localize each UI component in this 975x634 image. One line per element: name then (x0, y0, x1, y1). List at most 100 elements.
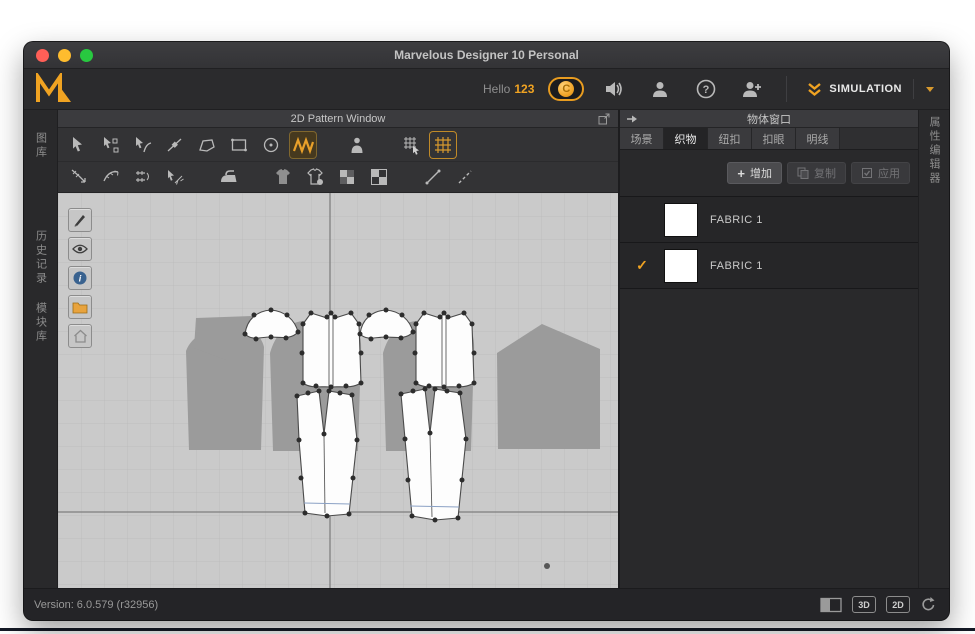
fabric-list: FABRIC 1 ✓ FABRIC 1 (620, 196, 918, 289)
pattern-piece-vest-right (416, 313, 474, 387)
texture-folder-button[interactable] (68, 295, 92, 319)
collapse-panel-button[interactable] (626, 114, 638, 124)
zoom-window-button[interactable] (80, 49, 93, 62)
simulation-separator (913, 79, 914, 99)
add-fabric-button[interactable]: + 增加 (727, 162, 782, 184)
apply-fabric-button[interactable]: 应用 (851, 162, 910, 184)
home-lock-button[interactable] (68, 324, 92, 348)
sidebar-tab-property-editor[interactable]: 属性编辑器 (926, 116, 942, 588)
garment-tool[interactable] (270, 164, 296, 190)
mn-sewing-tool[interactable] (130, 164, 156, 190)
tab-fabric[interactable]: 织物 (664, 128, 708, 149)
window-title: Marvelous Designer 10 Personal (394, 48, 579, 62)
pattern-canvas[interactable]: i (58, 193, 618, 588)
dropdown-caret-icon[interactable] (925, 86, 935, 93)
add-avatar-button[interactable] (740, 77, 764, 101)
grid-snap-tool[interactable] (430, 132, 456, 158)
main-area: 图库 历史记录 模块库 2D Pattern Window (24, 110, 949, 588)
sidebar-tab-modules[interactable]: 模块库 (33, 302, 49, 344)
eye-icon (72, 243, 88, 255)
minimize-window-button[interactable] (58, 49, 71, 62)
greeting-label: Hello (483, 82, 510, 96)
edit-sewing-tool[interactable] (162, 164, 188, 190)
coin-balance-button[interactable]: C (548, 77, 584, 101)
rectangle-tool[interactable] (226, 132, 252, 158)
grid-cursor-tool[interactable] (398, 132, 424, 158)
undock-panel-button[interactable] (598, 113, 610, 125)
sidebar-tab-library[interactable]: 图库 (33, 132, 49, 160)
marvelous-designer-logo-icon (34, 73, 72, 105)
tab-scene[interactable]: 场景 (620, 128, 664, 149)
pen-view-button[interactable] (68, 208, 92, 232)
garment-edit-tool[interactable] (302, 164, 328, 190)
tab-buttonhole[interactable]: 扣眼 (752, 128, 796, 149)
fabric-list-item-selected[interactable]: ✓ FABRIC 1 (620, 243, 918, 289)
simulation-button[interactable]: SIMULATION (801, 75, 941, 103)
fabric-name: FABRIC 1 (710, 214, 763, 226)
circle-tool[interactable] (258, 132, 284, 158)
avatar-add-icon (741, 80, 763, 98)
close-window-button[interactable] (36, 49, 49, 62)
arrow-right-icon (626, 114, 638, 124)
internal-line-tool[interactable] (420, 164, 446, 190)
simulation-label: SIMULATION (829, 83, 902, 95)
add-point-tool[interactable] (162, 132, 188, 158)
free-sewing-tool[interactable] (98, 164, 124, 190)
pattern-toolbar-row2 (58, 162, 618, 193)
username-label: 123 (514, 82, 534, 96)
fabric-swatch[interactable] (664, 203, 698, 237)
left-dock-rail: 图库 历史记录 模块库 (24, 110, 58, 588)
stray-point[interactable] (544, 563, 550, 569)
fabric-swatch[interactable] (664, 249, 698, 283)
texture-checker-tool[interactable] (334, 164, 360, 190)
view-3d-button[interactable]: 3D (852, 596, 876, 613)
copy-fabric-button[interactable]: 复制 (787, 162, 846, 184)
copy-fabric-label: 复制 (814, 165, 836, 181)
fabric-list-item[interactable]: FABRIC 1 (620, 197, 918, 243)
account-button[interactable] (648, 77, 672, 101)
iron-tool[interactable] (216, 164, 242, 190)
object-tabs: 场景 织物 纽扣 扣眼 明线 (620, 128, 918, 150)
pleats-tool[interactable] (290, 132, 316, 158)
house-icon (73, 329, 88, 343)
pattern-panel-header: 2D Pattern Window (58, 110, 618, 128)
traffic-lights (36, 49, 93, 62)
sidebar-tab-history[interactable]: 历史记录 (33, 230, 49, 286)
show-avatar-tool[interactable] (344, 132, 370, 158)
pattern-canvas-svg[interactable] (58, 193, 618, 588)
pattern-piece-pants-left (297, 391, 357, 516)
sound-button[interactable] (602, 77, 626, 101)
object-panel-title: 物体窗口 (747, 111, 791, 127)
segment-sewing-tool[interactable] (66, 164, 92, 190)
app-window: Marvelous Designer 10 Personal Hello 123 … (24, 42, 949, 620)
view-2d-button[interactable]: 2D (886, 596, 910, 613)
pattern-toolbar-row1 (58, 128, 618, 162)
desktop-edge (0, 628, 975, 631)
split-view-icon[interactable] (820, 597, 842, 613)
tab-topstitch[interactable]: 明线 (796, 128, 840, 149)
canvas-tool-strip: i (68, 208, 92, 348)
top-toolbar: Hello 123 C ? (24, 69, 949, 110)
pattern-piece-pants-right (401, 389, 466, 520)
apply-fabric-label: 应用 (878, 165, 900, 181)
title-bar: Marvelous Designer 10 Personal (24, 42, 949, 69)
show-hide-button[interactable] (68, 237, 92, 261)
transform-pattern-tool[interactable] (66, 132, 92, 158)
edit-curvature-tool[interactable] (130, 132, 156, 158)
simulate-chevrons-icon (807, 82, 822, 97)
polygon-tool[interactable] (194, 132, 220, 158)
svg-text:?: ? (703, 84, 710, 96)
help-button[interactable]: ? (694, 77, 718, 101)
tab-button[interactable]: 纽扣 (708, 128, 752, 149)
status-bar-controls: 3D 2D (820, 596, 937, 613)
info-button[interactable]: i (68, 266, 92, 290)
edit-pattern-tool[interactable] (98, 132, 124, 158)
add-fabric-label: 增加 (750, 165, 772, 181)
texture-checker-edit-tool[interactable] (366, 164, 392, 190)
pattern-panel-title: 2D Pattern Window (291, 113, 386, 125)
fabric-name: FABRIC 1 (710, 260, 763, 272)
status-bar: Version: 6.0.579 (r32956) 3D 2D (24, 588, 949, 620)
basting-line-tool[interactable] (452, 164, 478, 190)
speaker-icon (604, 80, 624, 98)
refresh-icon[interactable] (920, 596, 937, 613)
